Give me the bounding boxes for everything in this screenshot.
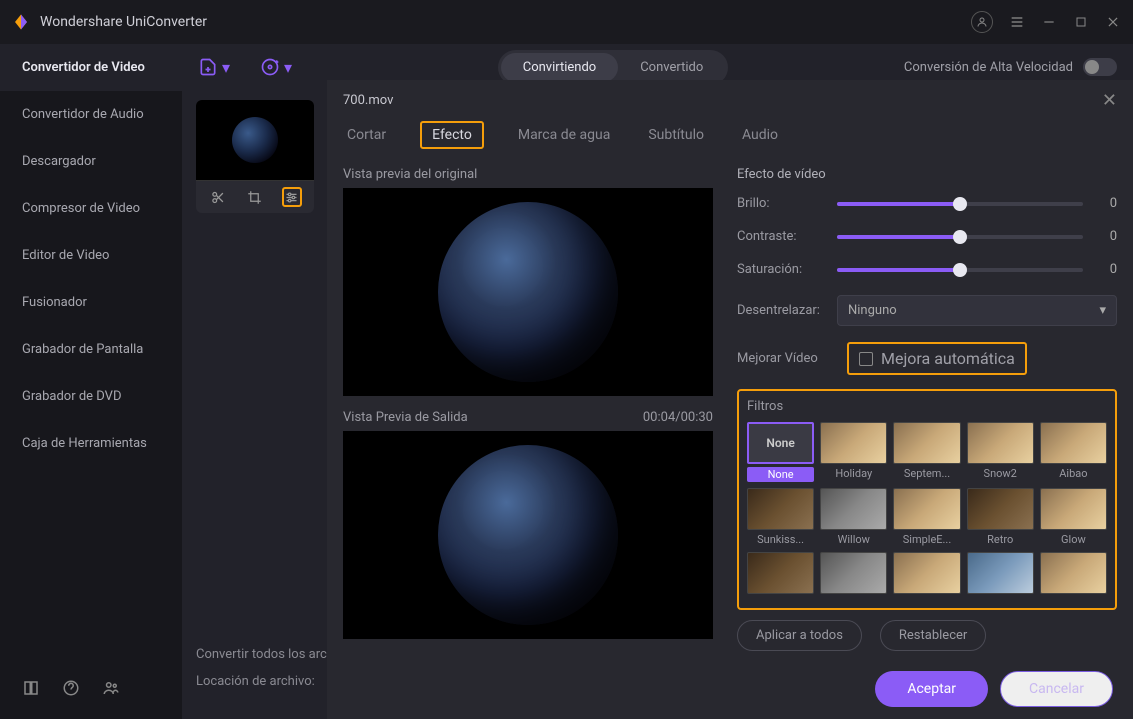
contact-icon[interactable] bbox=[102, 679, 120, 697]
filter-label: None bbox=[747, 467, 814, 482]
deinterlace-select[interactable]: Ninguno▾ bbox=[837, 295, 1117, 326]
video-effect-title: Efecto de vídeo bbox=[737, 167, 1117, 182]
brightness-slider[interactable] bbox=[837, 202, 1083, 206]
effect-modal: 700.mov ✕ Cortar Efecto Marca de agua Su… bbox=[327, 80, 1133, 719]
reset-button[interactable]: Restablecer bbox=[880, 620, 986, 651]
sidebar: Convertidor de Video Convertidor de Audi… bbox=[0, 44, 182, 719]
filter-label: Aibao bbox=[1040, 467, 1107, 480]
cut-icon[interactable] bbox=[208, 187, 228, 207]
filter-holiday[interactable] bbox=[820, 422, 887, 464]
filter-label: Glow bbox=[1040, 533, 1107, 546]
modal-tab-audio[interactable]: Audio bbox=[738, 121, 782, 149]
checkbox-icon bbox=[859, 352, 873, 366]
sidebar-item-toolbox[interactable]: Caja de Herramientas bbox=[0, 420, 182, 467]
cancel-button[interactable]: Cancelar bbox=[1000, 671, 1113, 707]
sidebar-item-video-editor[interactable]: Editor de Video bbox=[0, 232, 182, 279]
saturation-slider[interactable] bbox=[837, 268, 1083, 272]
crop-icon[interactable] bbox=[245, 187, 265, 207]
tab-converting[interactable]: Convirtiendo bbox=[501, 53, 618, 82]
add-disc-button[interactable]: ▾ bbox=[260, 57, 292, 77]
filter-extra-2[interactable] bbox=[820, 552, 887, 594]
contrast-slider[interactable] bbox=[837, 235, 1083, 239]
filter-september[interactable] bbox=[893, 422, 960, 464]
filter-sunkissed[interactable] bbox=[747, 488, 814, 530]
hispeed-label: Conversión de Alta Velocidad bbox=[904, 60, 1073, 75]
close-icon[interactable] bbox=[1105, 14, 1121, 30]
filter-snow2[interactable] bbox=[967, 422, 1034, 464]
filter-extra-5[interactable] bbox=[1040, 552, 1107, 594]
modal-tab-watermark[interactable]: Marca de agua bbox=[514, 121, 614, 149]
hispeed-toggle[interactable] bbox=[1083, 58, 1117, 76]
app-logo bbox=[12, 13, 30, 31]
auto-enhance-label: Mejora automática bbox=[881, 349, 1015, 368]
filter-aibao[interactable] bbox=[1040, 422, 1107, 464]
preview-timecode: 00:04/00:30 bbox=[643, 410, 713, 425]
sidebar-item-downloader[interactable]: Descargador bbox=[0, 138, 182, 185]
brightness-value: 0 bbox=[1097, 196, 1117, 211]
contrast-value: 0 bbox=[1097, 229, 1117, 244]
filter-simple[interactable] bbox=[893, 488, 960, 530]
apply-all-button[interactable]: Aplicar a todos bbox=[737, 620, 862, 651]
sidebar-item-audio-converter[interactable]: Convertidor de Audio bbox=[0, 91, 182, 138]
effect-icon[interactable] bbox=[282, 187, 302, 207]
filter-label: Retro bbox=[967, 533, 1034, 546]
filter-label: Holiday bbox=[820, 467, 887, 480]
filter-glow[interactable] bbox=[1040, 488, 1107, 530]
sidebar-item-screen-recorder[interactable]: Grabador de Pantalla bbox=[0, 326, 182, 373]
menu-icon[interactable] bbox=[1009, 14, 1025, 30]
filters-panel: Filtros None None Holiday Septem... Snow2… bbox=[737, 389, 1117, 610]
filter-label: Septem... bbox=[893, 467, 960, 480]
preview-original-label: Vista previa del original bbox=[343, 167, 477, 182]
minimize-icon[interactable] bbox=[1041, 14, 1057, 30]
filter-label: Sunkiss... bbox=[747, 533, 814, 546]
file-thumbnail bbox=[196, 100, 314, 180]
modal-tab-subtitle[interactable]: Subtítulo bbox=[644, 121, 708, 149]
help-icon[interactable] bbox=[62, 679, 80, 697]
tab-converted[interactable]: Convertido bbox=[618, 53, 725, 82]
preview-output bbox=[343, 431, 713, 639]
sidebar-item-merger[interactable]: Fusionador bbox=[0, 279, 182, 326]
filter-extra-1[interactable] bbox=[747, 552, 814, 594]
add-file-button[interactable]: ▾ bbox=[198, 57, 230, 77]
contrast-label: Contraste: bbox=[737, 229, 837, 244]
modal-tab-effect[interactable]: Efecto bbox=[420, 121, 484, 149]
filter-retro[interactable] bbox=[967, 488, 1034, 530]
saturation-value: 0 bbox=[1097, 262, 1117, 277]
sidebar-item-compressor[interactable]: Compresor de Video bbox=[0, 185, 182, 232]
filter-label: Willow bbox=[820, 533, 887, 546]
deinterlace-label: Desentrelazar: bbox=[737, 303, 837, 318]
filter-none[interactable]: None bbox=[747, 422, 814, 464]
sidebar-item-video-converter[interactable]: Convertidor de Video bbox=[0, 44, 182, 91]
sidebar-item-dvd-burner[interactable]: Grabador de DVD bbox=[0, 373, 182, 420]
filter-willow[interactable] bbox=[820, 488, 887, 530]
app-title: Wondershare UniConverter bbox=[40, 14, 971, 30]
file-thumbnail-card[interactable] bbox=[196, 100, 314, 213]
enhance-label: Mejorar Vídeo bbox=[737, 351, 837, 366]
book-icon[interactable] bbox=[22, 679, 40, 697]
modal-tab-cut[interactable]: Cortar bbox=[343, 121, 390, 149]
filters-title: Filtros bbox=[747, 399, 1107, 414]
filter-label: Snow2 bbox=[967, 467, 1034, 480]
filter-extra-4[interactable] bbox=[967, 552, 1034, 594]
auto-enhance-checkbox[interactable]: Mejora automática bbox=[847, 342, 1027, 375]
accept-button[interactable]: Aceptar bbox=[875, 671, 988, 707]
user-avatar[interactable] bbox=[971, 11, 993, 33]
preview-original bbox=[343, 188, 713, 396]
filter-label: SimpleE... bbox=[893, 533, 960, 546]
modal-close-icon[interactable]: ✕ bbox=[1102, 90, 1117, 111]
chevron-down-icon: ▾ bbox=[1099, 303, 1106, 318]
maximize-icon[interactable] bbox=[1073, 14, 1089, 30]
titlebar: Wondershare UniConverter bbox=[0, 0, 1133, 44]
saturation-label: Saturación: bbox=[737, 262, 837, 277]
modal-filename: 700.mov bbox=[343, 93, 393, 108]
preview-output-label: Vista Previa de Salida bbox=[343, 410, 468, 425]
brightness-label: Brillo: bbox=[737, 196, 837, 211]
filter-extra-3[interactable] bbox=[893, 552, 960, 594]
